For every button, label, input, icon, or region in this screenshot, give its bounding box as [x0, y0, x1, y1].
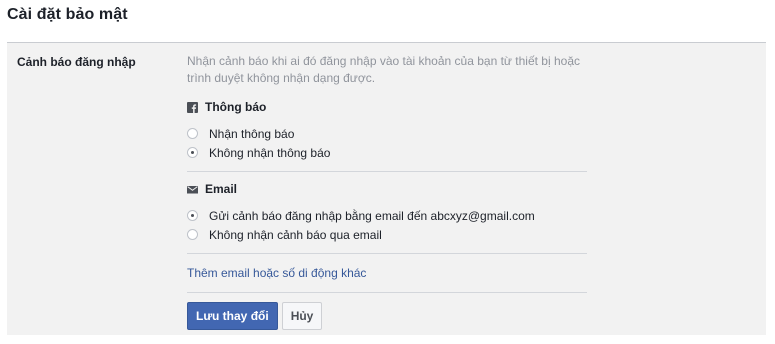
group-divider — [187, 171, 587, 172]
option-label: Gửi cảnh báo đăng nhập bằng email đến ab… — [209, 208, 535, 223]
section-label: Cảnh báo đăng nhập — [17, 55, 136, 69]
option-label: Không nhận cảnh báo qua email — [209, 227, 382, 242]
login-alerts-panel: Cảnh báo đăng nhập Nhận cảnh báo khi ai … — [7, 43, 766, 335]
email-group-title: Email — [187, 181, 587, 197]
action-buttons: Lưu thay đổi Hủy — [187, 302, 587, 330]
notifications-title: Thông báo — [205, 100, 267, 114]
radio-button[interactable] — [187, 229, 198, 240]
option-label: Không nhận thông báo — [209, 145, 331, 160]
save-changes-button[interactable]: Lưu thay đổi — [187, 302, 278, 330]
email-option-do-not-receive[interactable]: Không nhận cảnh báo qua email — [187, 225, 587, 244]
option-label: Nhận thông báo — [209, 126, 295, 141]
radio-button-checked[interactable] — [187, 210, 198, 221]
group-divider — [187, 253, 587, 254]
add-contact-link[interactable]: Thêm email hoặc số di động khác — [187, 265, 366, 281]
notifications-option-receive[interactable]: Nhận thông báo — [187, 124, 587, 143]
email-title: Email — [205, 182, 238, 196]
notifications-option-do-not-receive[interactable]: Không nhận thông báo — [187, 143, 587, 162]
notifications-group: Thông báo Nhận thông báo Không nhận thôn… — [187, 99, 587, 162]
security-settings-page: Cài đặt bảo mật Cảnh báo đăng nhập Nhận … — [0, 0, 775, 344]
email-options: Gửi cảnh báo đăng nhập bằng email đến ab… — [187, 206, 587, 244]
radio-button-checked[interactable] — [187, 147, 198, 158]
cancel-button[interactable]: Hủy — [281, 302, 323, 330]
actions-divider — [187, 292, 587, 293]
section-description: Nhận cảnh báo khi ai đó đăng nhập vào tà… — [187, 54, 580, 85]
email-option-send-alerts[interactable]: Gửi cảnh báo đăng nhập bằng email đến ab… — [187, 206, 587, 225]
radio-button[interactable] — [187, 128, 198, 139]
envelope-icon — [187, 185, 198, 193]
section-content: Nhận cảnh báo khi ai đó đăng nhập vào tà… — [187, 53, 587, 330]
notifications-options: Nhận thông báo Không nhận thông báo — [187, 124, 587, 162]
notifications-group-title: Thông báo — [187, 99, 587, 115]
email-group: Email Gửi cảnh báo đăng nhập bằng email … — [187, 181, 587, 244]
facebook-icon — [187, 101, 198, 113]
page-title: Cài đặt bảo mật — [7, 6, 128, 23]
